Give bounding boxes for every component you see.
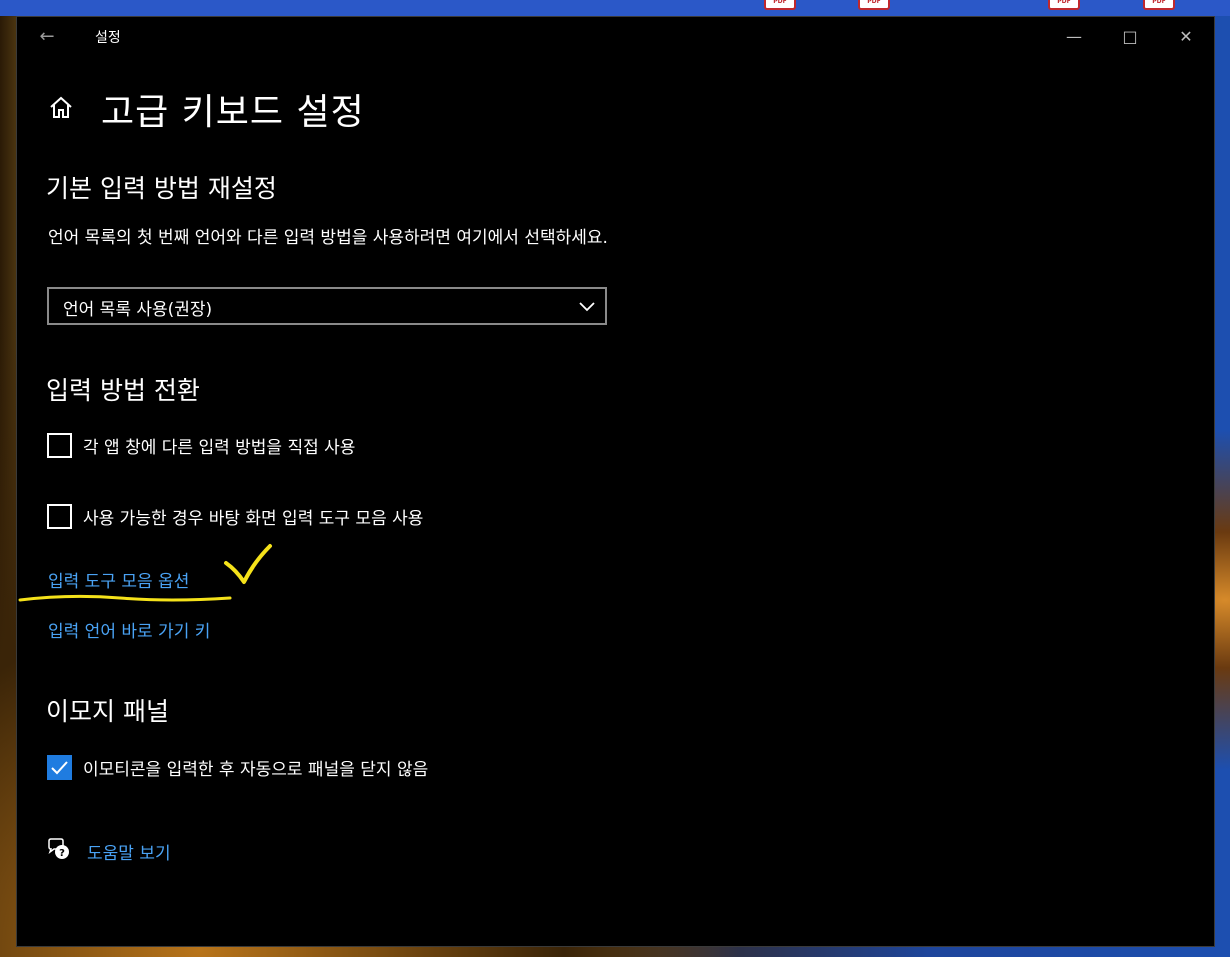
home-icon[interactable] <box>47 93 75 121</box>
default-input-description: 언어 목록의 첫 번째 언어와 다른 입력 방법을 사용하려면 여기에서 선택하… <box>48 228 608 248</box>
checkbox-desktop-language-bar[interactable] <box>47 504 72 529</box>
input-language-hotkeys-link[interactable]: 입력 언어 바로 가기 키 <box>48 617 210 642</box>
dropdown-selected-value: 언어 목록 사용(권장) <box>63 300 213 320</box>
checkbox-label: 각 앱 창에 다른 입력 방법을 직접 사용 <box>83 438 356 458</box>
language-bar-options-link[interactable]: 입력 도구 모음 옵션 <box>48 567 189 592</box>
checkbox-label: 사용 가능한 경우 바탕 화면 입력 도구 모음 사용 <box>83 509 424 529</box>
pdf-file-icon[interactable]: PDF <box>1143 0 1175 10</box>
pdf-file-icon[interactable]: PDF <box>858 0 890 10</box>
section-title-default-input: 기본 입력 방법 재설정 <box>46 174 277 203</box>
minimize-icon[interactable]: — <box>1046 17 1102 57</box>
back-arrow-icon[interactable]: ← <box>31 23 63 51</box>
section-title-emoji: 이모지 패널 <box>46 697 169 726</box>
title-bar: ← 설정 — □ ✕ <box>17 17 1214 57</box>
checkbox-label: 이모티콘을 입력한 후 자동으로 패널을 닫지 않음 <box>83 760 429 780</box>
page-title: 고급 키보드 설정 <box>101 92 365 133</box>
checkmark-icon <box>51 761 68 775</box>
checkbox-emoji-panel[interactable] <box>47 755 72 780</box>
window-title: 설정 <box>95 30 121 46</box>
settings-window: ← 설정 — □ ✕ 고급 키보드 설정 기본 입력 방법 재설정 언어 목록의… <box>16 16 1215 947</box>
chevron-down-icon <box>579 302 595 312</box>
help-label: 도움말 보기 <box>87 844 171 864</box>
close-icon[interactable]: ✕ <box>1158 17 1214 57</box>
maximize-icon[interactable]: □ <box>1102 17 1158 57</box>
help-chat-icon: ? <box>48 838 69 859</box>
pdf-file-icon[interactable]: PDF <box>764 0 796 10</box>
checkbox-per-app-input[interactable] <box>47 433 72 458</box>
default-input-dropdown[interactable]: 언어 목록 사용(권장) <box>47 287 607 325</box>
svg-text:?: ? <box>59 848 65 859</box>
section-title-switching: 입력 방법 전환 <box>46 376 200 405</box>
pdf-file-icon[interactable]: PDF <box>1048 0 1080 10</box>
